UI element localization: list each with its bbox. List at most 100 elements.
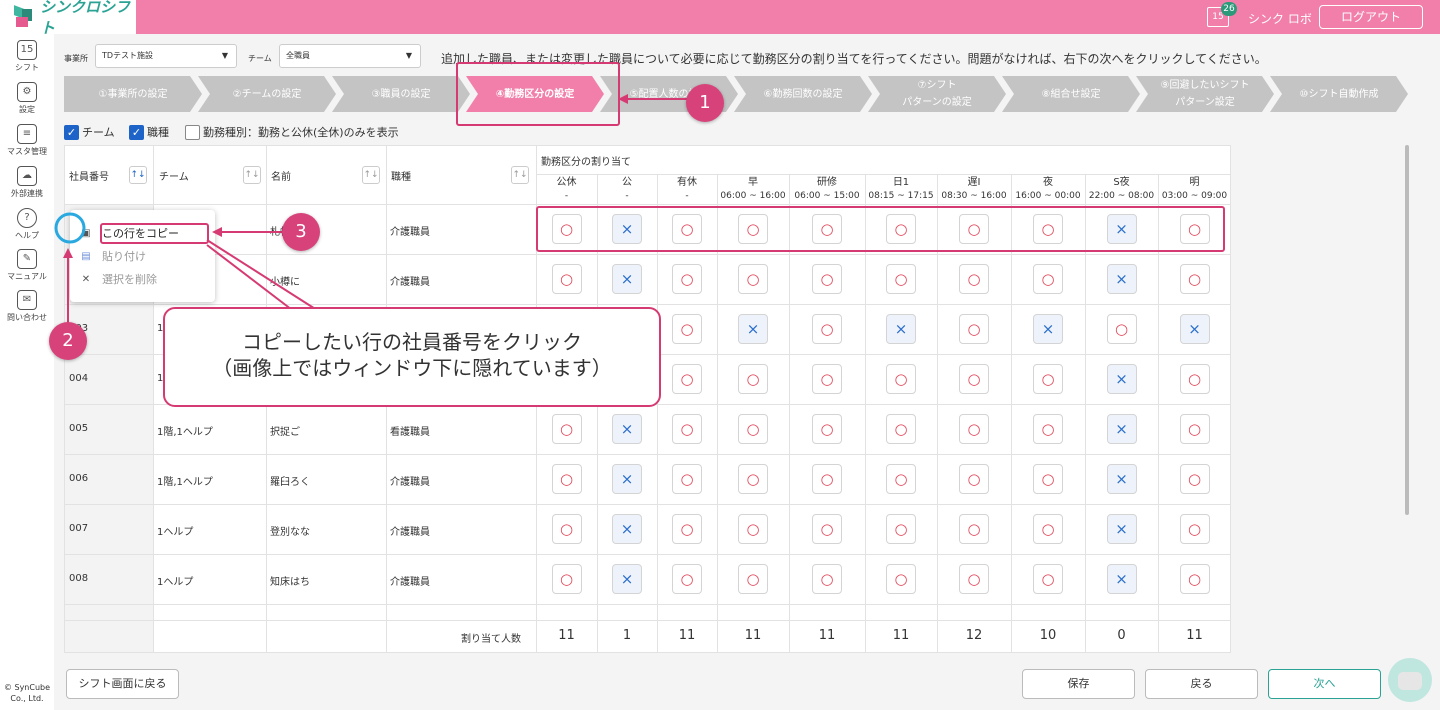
assignment-toggle[interactable]: × — [612, 564, 642, 594]
assignment-toggle[interactable]: ○ — [672, 514, 702, 544]
assignment-toggle[interactable]: ○ — [886, 264, 916, 294]
assignment-toggle[interactable]: ○ — [812, 564, 842, 594]
assignment-toggle[interactable]: ○ — [959, 564, 989, 594]
assignment-toggle[interactable]: × — [1033, 314, 1063, 344]
assignment-toggle[interactable]: ○ — [1179, 364, 1210, 394]
assignment-toggle[interactable]: × — [1106, 464, 1137, 494]
sidebar-item-6[interactable]: ✉ 問い合わせ — [0, 290, 54, 323]
assignment-toggle[interactable]: ○ — [738, 514, 768, 544]
back-to-shift-button[interactable]: シフト画面に戻る — [66, 669, 179, 699]
step-3[interactable]: ③職員の設定 — [332, 76, 470, 112]
assignment-toggle[interactable]: ○ — [812, 364, 842, 394]
assignment-toggle[interactable]: × — [612, 514, 642, 544]
sort-icon[interactable]: ↑↓ — [243, 166, 261, 184]
assignment-toggle[interactable]: ○ — [1033, 414, 1063, 444]
assignment-toggle[interactable]: ○ — [886, 414, 916, 444]
assignment-toggle[interactable]: × — [612, 464, 642, 494]
sidebar-item-4[interactable]: ? ヘルプ — [0, 208, 54, 241]
assignment-toggle[interactable]: ○ — [1179, 514, 1210, 544]
assignment-toggle[interactable]: × — [612, 414, 642, 444]
menu-item-delete[interactable]: ✕ 選択を削除 — [80, 271, 157, 287]
save-button[interactable]: 保存 — [1022, 669, 1135, 699]
assignment-toggle[interactable]: × — [1106, 364, 1137, 394]
assignment-toggle[interactable]: ○ — [812, 264, 842, 294]
assignment-toggle[interactable]: ○ — [672, 464, 702, 494]
team-select[interactable]: 全職員 ▼ — [279, 44, 421, 68]
assignment-toggle[interactable]: ○ — [1033, 514, 1063, 544]
assignment-toggle[interactable]: ○ — [551, 564, 582, 594]
step-1[interactable]: ①事業所の設定 — [64, 76, 202, 112]
assignment-toggle[interactable]: ○ — [551, 264, 582, 294]
assignment-toggle[interactable]: ○ — [812, 314, 842, 344]
checkbox-box[interactable]: ✓ — [129, 124, 144, 140]
assignment-toggle[interactable]: × — [886, 314, 916, 344]
step-2[interactable]: ②チームの設定 — [198, 76, 336, 112]
assignment-toggle[interactable]: ○ — [738, 414, 768, 444]
filter-checkbox-0[interactable]: ✓ チーム — [64, 124, 115, 140]
checkbox-box[interactable] — [185, 124, 200, 140]
assignment-toggle[interactable]: ○ — [1179, 264, 1210, 294]
assignment-toggle[interactable]: ○ — [886, 564, 916, 594]
checkbox-box[interactable]: ✓ — [64, 124, 79, 140]
assignment-toggle[interactable]: ○ — [1033, 364, 1063, 394]
sidebar-item-1[interactable]: ⚙ 設定 — [0, 82, 54, 115]
assistant-robot-icon[interactable] — [1388, 658, 1432, 702]
assignment-toggle[interactable]: ○ — [886, 514, 916, 544]
assignment-toggle[interactable]: ○ — [959, 464, 989, 494]
next-button[interactable]: 次へ — [1268, 669, 1381, 699]
office-select[interactable]: TDテスト施設 ▼ — [95, 44, 237, 68]
assignment-toggle[interactable]: ○ — [738, 564, 768, 594]
filter-checkbox-2[interactable]: 勤務種別：勤務と公休(全休)のみを表示 — [185, 124, 399, 140]
assignment-toggle[interactable]: ○ — [1033, 464, 1063, 494]
vertical-scrollbar[interactable] — [1405, 145, 1409, 515]
assignment-toggle[interactable]: ○ — [1179, 464, 1210, 494]
step-8[interactable]: ⑧組合せ設定 — [1002, 76, 1140, 112]
assignment-toggle[interactable]: ○ — [672, 364, 702, 394]
assignment-toggle[interactable]: ○ — [672, 564, 702, 594]
assignment-toggle[interactable]: ○ — [812, 414, 842, 444]
assignment-toggle[interactable]: ○ — [738, 364, 768, 394]
assignment-toggle[interactable]: ○ — [1179, 564, 1210, 594]
assignment-toggle[interactable]: × — [738, 314, 768, 344]
assignment-toggle[interactable]: ○ — [738, 264, 768, 294]
assignment-toggle[interactable]: ○ — [959, 514, 989, 544]
filter-checkbox-1[interactable]: ✓ 職種 — [129, 124, 169, 140]
app-logo[interactable]: シンクロシフト — [0, 0, 136, 37]
assignment-toggle[interactable]: ○ — [886, 364, 916, 394]
sidebar-item-2[interactable]: ≡ マスタ管理 — [0, 124, 54, 157]
assignment-toggle[interactable]: × — [1106, 264, 1137, 294]
step-7[interactable]: ⑦シフト パターンの設定 — [868, 76, 1006, 112]
assignment-toggle[interactable]: × — [612, 264, 642, 294]
sort-icon[interactable]: ↑↓ — [362, 166, 380, 184]
assignment-toggle[interactable]: ○ — [1179, 414, 1210, 444]
sidebar-item-5[interactable]: ✎ マニュアル — [0, 249, 54, 282]
assignment-toggle[interactable]: ○ — [959, 264, 989, 294]
assignment-toggle[interactable]: ○ — [672, 264, 702, 294]
assignment-toggle[interactable]: ○ — [551, 514, 582, 544]
sidebar-item-0[interactable]: 15 シフト — [0, 40, 54, 73]
logout-button[interactable]: ログアウト — [1319, 5, 1423, 29]
assignment-toggle[interactable]: ○ — [886, 464, 916, 494]
assignment-toggle[interactable]: ○ — [959, 414, 989, 444]
assignment-toggle[interactable]: × — [1106, 414, 1137, 444]
step-10[interactable]: ⑩シフト自動作成 — [1270, 76, 1408, 112]
user-name[interactable]: シンク ロボ — [1248, 10, 1312, 27]
assignment-toggle[interactable]: ○ — [812, 514, 842, 544]
assignment-toggle[interactable]: ○ — [1106, 314, 1137, 344]
assignment-toggle[interactable]: × — [1106, 514, 1137, 544]
assignment-toggle[interactable]: ○ — [1033, 564, 1063, 594]
assignment-toggle[interactable]: ○ — [551, 414, 582, 444]
sort-icon[interactable]: ↑↓ — [511, 166, 529, 184]
assignment-toggle[interactable]: ○ — [959, 364, 989, 394]
step-6[interactable]: ⑥勤務回数の設定 — [734, 76, 872, 112]
assignment-toggle[interactable]: ○ — [672, 414, 702, 444]
assignment-toggle[interactable]: ○ — [738, 464, 768, 494]
back-button[interactable]: 戻る — [1145, 669, 1258, 699]
menu-item-paste[interactable]: ▤ 貼り付け — [80, 248, 146, 264]
sort-icon[interactable]: ↑↓ — [129, 166, 147, 184]
assignment-toggle[interactable]: × — [1179, 314, 1210, 344]
assignment-toggle[interactable]: ○ — [672, 314, 702, 344]
assignment-toggle[interactable]: × — [1106, 564, 1137, 594]
assignment-toggle[interactable]: ○ — [551, 464, 582, 494]
assignment-toggle[interactable]: ○ — [812, 464, 842, 494]
